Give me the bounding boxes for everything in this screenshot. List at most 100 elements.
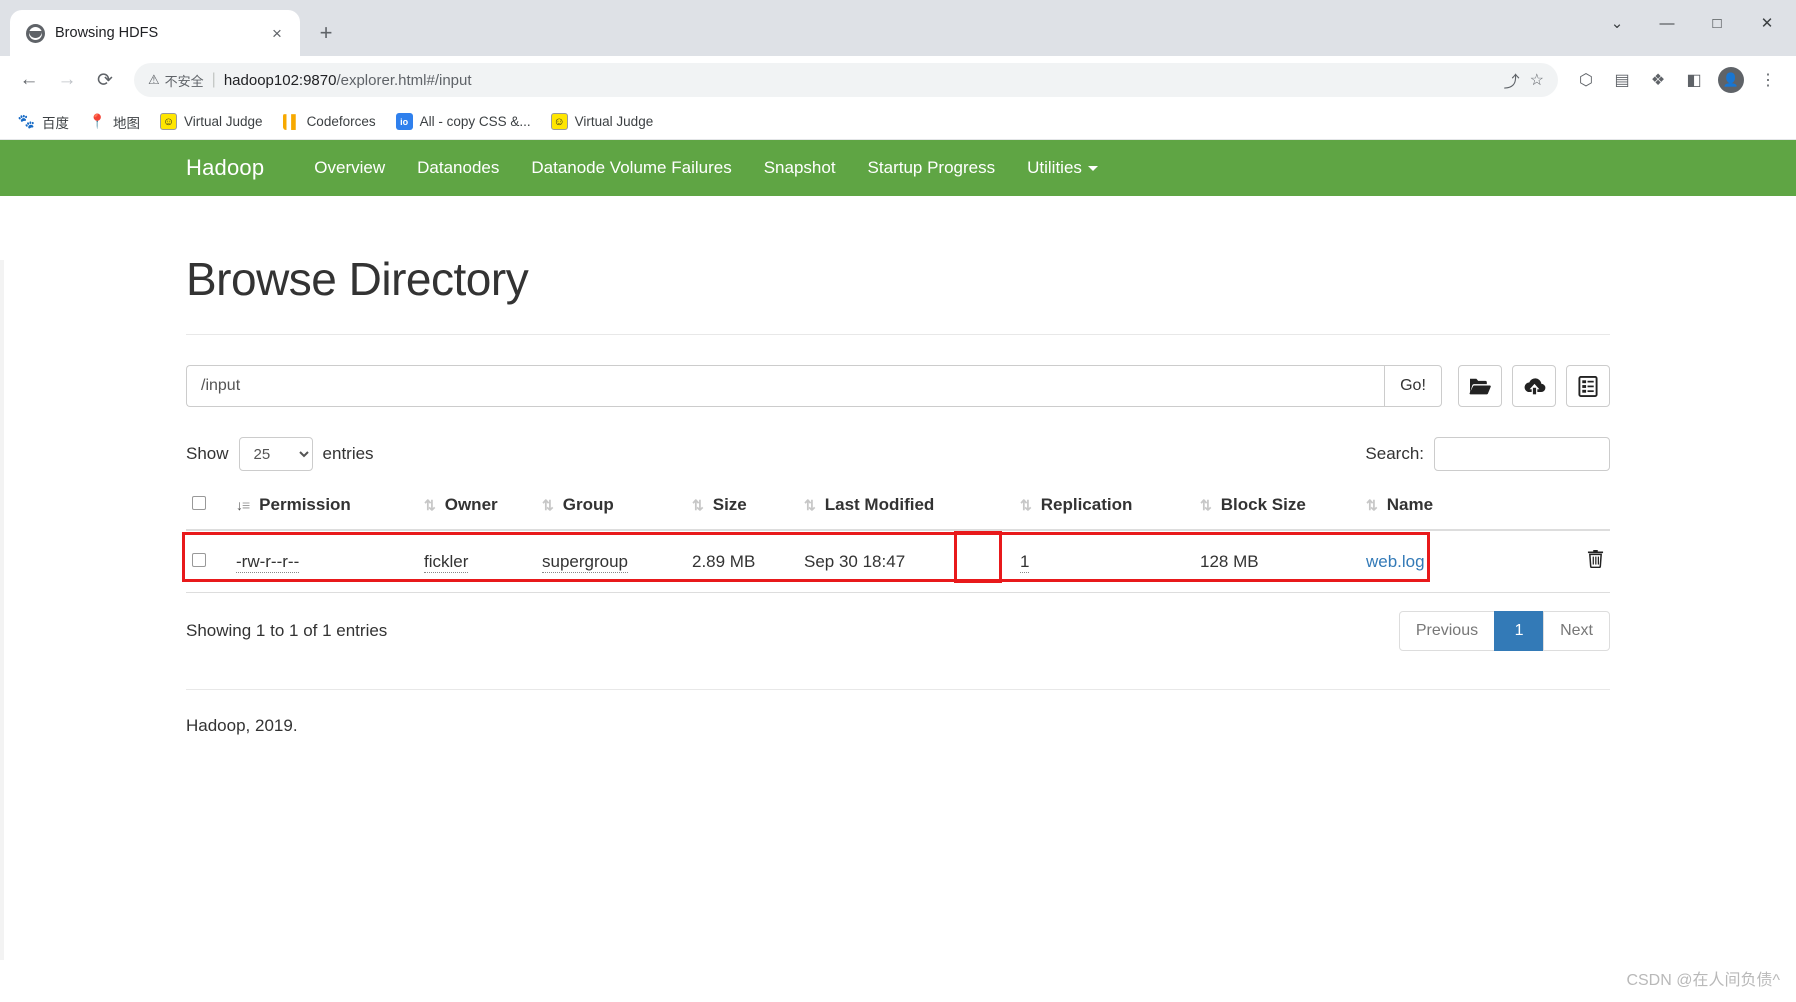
entries-label: entries [322, 444, 374, 463]
nav-datanodes[interactable]: Datanodes [401, 158, 515, 178]
codeforces-icon: ▌▌ [282, 113, 300, 130]
page-length-control: Show 25 50 100 entries [186, 437, 374, 471]
cloud-upload-icon [1524, 378, 1545, 395]
io-icon: io [395, 113, 413, 130]
column-size[interactable]: ⇅ Size [686, 487, 798, 531]
sort-both-icon: ⇅ [804, 497, 816, 513]
select-all-checkbox[interactable] [192, 496, 206, 510]
new-directory-button[interactable] [1458, 365, 1502, 407]
go-button[interactable]: Go! [1384, 365, 1442, 407]
column-group[interactable]: ⇅ Group [536, 487, 686, 531]
nav-utilities[interactable]: Utilities [1011, 158, 1114, 178]
reload-icon[interactable]: ⟳ [88, 63, 122, 97]
shield-icon[interactable]: ⬡ [1570, 64, 1602, 96]
files-table: ↓≡ Permission ⇅ Owner ⇅ Group ⇅ Size ⇅ L… [186, 487, 1610, 593]
bookmarks-bar: 🐾 百度 📍 地图 ☺ Virtual Judge ▌▌ Codeforces … [0, 104, 1796, 140]
baidu-icon: 🐾 [18, 113, 35, 130]
cut-paste-button[interactable] [1566, 365, 1610, 407]
csdn-watermark: CSDN @在人间负债^ [1626, 972, 1780, 989]
pagination-next[interactable]: Next [1543, 611, 1610, 651]
file-name-link[interactable]: web.log [1366, 552, 1425, 572]
nav-utilities-label: Utilities [1027, 158, 1082, 177]
column-label: Block Size [1220, 495, 1306, 514]
group-value[interactable]: supergroup [542, 551, 629, 573]
column-name[interactable]: ⇅ Name [1360, 487, 1610, 531]
bookmark-label: Virtual Judge [184, 114, 263, 129]
google-maps-icon: 📍 [89, 113, 106, 130]
forward-icon[interactable]: → [50, 63, 84, 97]
replication-value[interactable]: 1 [1020, 551, 1030, 573]
page-viewport: Hadoop Overview Datanodes Datanode Volum… [0, 140, 1796, 1002]
share-icon[interactable]: ⤴ [1504, 68, 1520, 92]
side-panel-icon[interactable]: ◧ [1678, 64, 1710, 96]
column-owner[interactable]: ⇅ Owner [418, 487, 536, 531]
bookmark-virtual-judge-2[interactable]: ☺ Virtual Judge [543, 109, 662, 134]
cell-permission: -rw-r--r-- [230, 530, 418, 593]
tab-title: Browsing HDFS [55, 25, 159, 41]
window-capture-icon[interactable]: ▤ [1606, 64, 1638, 96]
sort-both-icon: ⇅ [1366, 497, 1378, 513]
back-icon[interactable]: ← [12, 63, 46, 97]
bookmark-label: Virtual Judge [574, 114, 654, 129]
column-select-all[interactable] [186, 487, 230, 531]
brand-hadoop[interactable]: Hadoop [186, 155, 264, 181]
not-secure-warning[interactable]: ⚠ 不安全 [148, 71, 204, 90]
path-input[interactable] [186, 365, 1384, 407]
address-bar[interactable]: ⚠ 不安全 | hadoop102:9870/explorer.html#/in… [134, 63, 1558, 97]
bookmark-codeforces[interactable]: ▌▌ Codeforces [275, 109, 384, 134]
column-permission[interactable]: ↓≡ Permission [230, 487, 418, 531]
pagination-previous[interactable]: Previous [1398, 611, 1496, 651]
not-secure-label: 不安全 [164, 73, 204, 89]
row-checkbox[interactable] [192, 552, 206, 567]
close-icon[interactable]: × [266, 22, 288, 44]
owner-value[interactable]: fickler [424, 551, 469, 573]
table-row[interactable]: -rw-r--r-- fickler supergroup 2.89 MB Se… [186, 530, 1610, 593]
column-label: Last Modified [824, 495, 935, 514]
bookmark-label: All - copy CSS &... [419, 114, 531, 129]
sort-both-icon: ⇅ [1200, 497, 1212, 513]
maximize-button[interactable]: □ [1692, 0, 1742, 46]
bookmark-virtual-judge-1[interactable]: ☺ Virtual Judge [152, 109, 271, 134]
bookmark-baidu[interactable]: 🐾 百度 [10, 108, 77, 136]
path-input-group: Go! [186, 365, 1442, 407]
bookmark-maps[interactable]: 📍 地图 [81, 108, 148, 136]
browser-menu-icon[interactable]: ⋮ [1752, 64, 1784, 96]
page-length-select[interactable]: 25 50 100 [238, 437, 313, 471]
nav-startup-progress[interactable]: Startup Progress [852, 158, 1012, 178]
cell-last-modified: Sep 30 18:47 [798, 530, 1014, 593]
window-close-button[interactable]: ✕ [1742, 0, 1792, 46]
show-label: Show [186, 444, 229, 463]
nav-overview[interactable]: Overview [298, 158, 401, 178]
bookmark-label: 地图 [113, 115, 140, 131]
cell-replication: 1 [1014, 530, 1194, 593]
column-label: Owner [444, 495, 498, 514]
page-footer: Hadoop, 2019. [186, 716, 298, 735]
column-replication[interactable]: ⇅ Replication [1014, 487, 1194, 531]
pagination: Previous 1 Next [1398, 611, 1610, 651]
page-title: Browse Directory [186, 253, 529, 305]
sort-both-icon: ⇅ [424, 497, 436, 513]
tab-search-icon[interactable]: ⌄ [1592, 0, 1642, 46]
avatar[interactable]: 👤 [1718, 67, 1744, 93]
bookmark-all-copy-css[interactable]: io All - copy CSS &... [388, 109, 539, 134]
search-input[interactable] [1434, 437, 1610, 471]
new-tab-button[interactable]: + [308, 15, 344, 51]
directory-actions [1458, 365, 1610, 407]
minimize-button[interactable]: — [1642, 0, 1692, 46]
path-row: Go! [186, 365, 1610, 407]
browser-tab[interactable]: Browsing HDFS × [10, 10, 300, 56]
pagination-page-1[interactable]: 1 [1494, 611, 1545, 651]
bookmark-star-icon[interactable]: ☆ [1530, 70, 1544, 90]
row-select-cell[interactable] [186, 530, 230, 593]
nav-datanode-volume-failures[interactable]: Datanode Volume Failures [515, 158, 747, 178]
upload-files-button[interactable] [1512, 365, 1556, 407]
nav-snapshot[interactable]: Snapshot [748, 158, 852, 178]
omnibox-actions: ⤴ ☆ [1504, 68, 1544, 92]
column-block-size[interactable]: ⇅ Block Size [1194, 487, 1360, 531]
permission-value[interactable]: -rw-r--r-- [236, 551, 300, 573]
files-table-body: -rw-r--r-- fickler supergroup 2.89 MB Se… [186, 530, 1610, 593]
extensions-puzzle-icon[interactable]: ❖ [1642, 64, 1674, 96]
trash-icon[interactable] [1587, 549, 1604, 574]
column-last-modified[interactable]: ⇅ Last Modified [798, 487, 1014, 531]
warning-triangle-icon: ⚠ [148, 72, 160, 87]
